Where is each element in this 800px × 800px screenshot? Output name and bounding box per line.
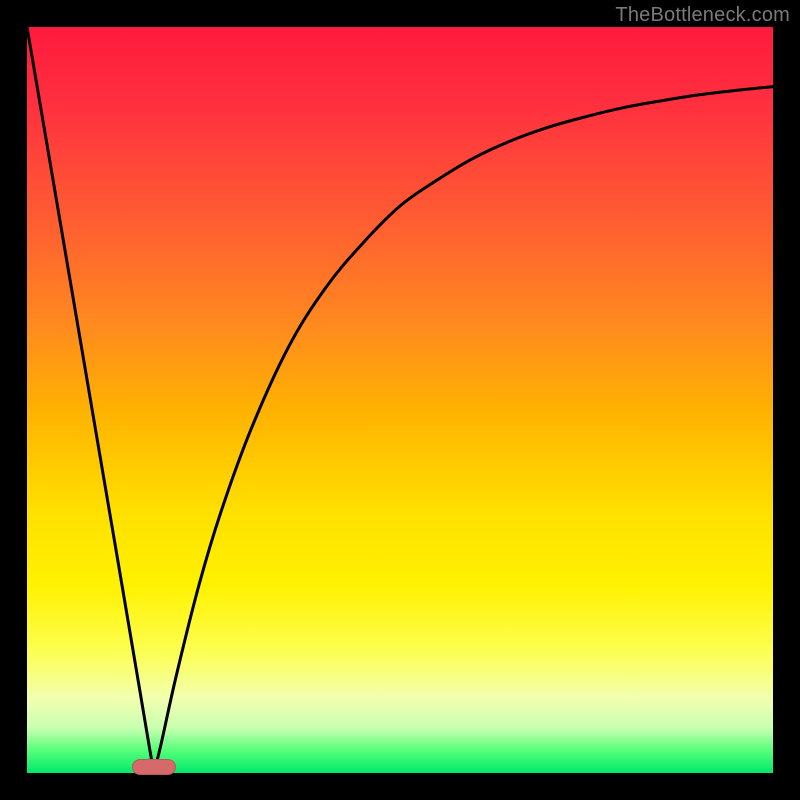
series-left-line — [27, 27, 154, 773]
chart-frame: TheBottleneck.com — [0, 0, 800, 800]
plot-area — [27, 27, 773, 773]
chart-curves — [27, 27, 773, 773]
watermark-text: TheBottleneck.com — [615, 4, 790, 27]
series-right-curve — [154, 87, 773, 773]
minimum-marker — [132, 759, 176, 775]
